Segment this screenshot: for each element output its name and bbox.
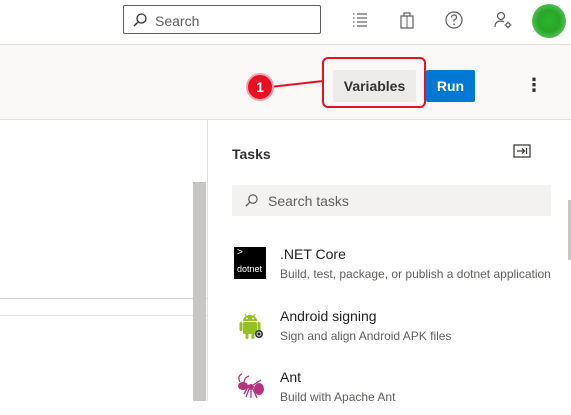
task-name: Android signing xyxy=(280,308,377,324)
global-search-input[interactable]: Search xyxy=(123,5,321,34)
top-bar: Search xyxy=(0,0,571,45)
callout-badge: 1 xyxy=(246,73,274,101)
search-icon xyxy=(133,13,147,27)
ant-icon xyxy=(238,373,264,399)
task-description: Build, test, package, or publish a dotne… xyxy=(280,267,551,281)
dotnet-icon-text: dotnet xyxy=(237,264,263,274)
editor-scrollbar[interactable] xyxy=(193,182,206,401)
task-name: .NET Core xyxy=(280,246,346,262)
help-icon[interactable] xyxy=(444,10,464,30)
list-icon[interactable] xyxy=(350,10,370,30)
global-search-placeholder: Search xyxy=(155,13,200,29)
collapse-panel-icon[interactable] xyxy=(513,144,531,158)
editor-row[interactable] xyxy=(0,298,207,316)
task-name: Ant xyxy=(280,369,302,385)
pipeline-editor-pane xyxy=(0,120,207,401)
callout-connector xyxy=(269,80,324,88)
search-icon xyxy=(245,194,258,207)
avatar[interactable] xyxy=(532,4,566,38)
task-item-android-signing[interactable]: Android signing Sign and align Android A… xyxy=(232,304,562,354)
android-icon xyxy=(239,313,263,339)
dotnet-icon: > dotnet xyxy=(234,247,266,279)
marketplace-bag-icon[interactable] xyxy=(397,10,417,30)
tasks-pane: Tasks Search tasks > dotnet .NET Core Bu… xyxy=(208,120,571,404)
task-description: Sign and align Android APK files xyxy=(280,329,452,343)
user-settings-icon[interactable] xyxy=(493,10,513,30)
task-item-dotnet-core[interactable]: > dotnet .NET Core Build, test, package,… xyxy=(232,242,562,292)
search-tasks-input[interactable]: Search tasks xyxy=(232,185,551,216)
pipeline-toolbar: Variables Run ⋮ 1 xyxy=(0,45,571,120)
search-tasks-placeholder: Search tasks xyxy=(268,193,349,209)
task-item-ant[interactable]: Ant Build with Apache Ant xyxy=(232,365,562,415)
tasks-title: Tasks xyxy=(232,146,271,162)
task-description: Build with Apache Ant xyxy=(280,390,396,404)
